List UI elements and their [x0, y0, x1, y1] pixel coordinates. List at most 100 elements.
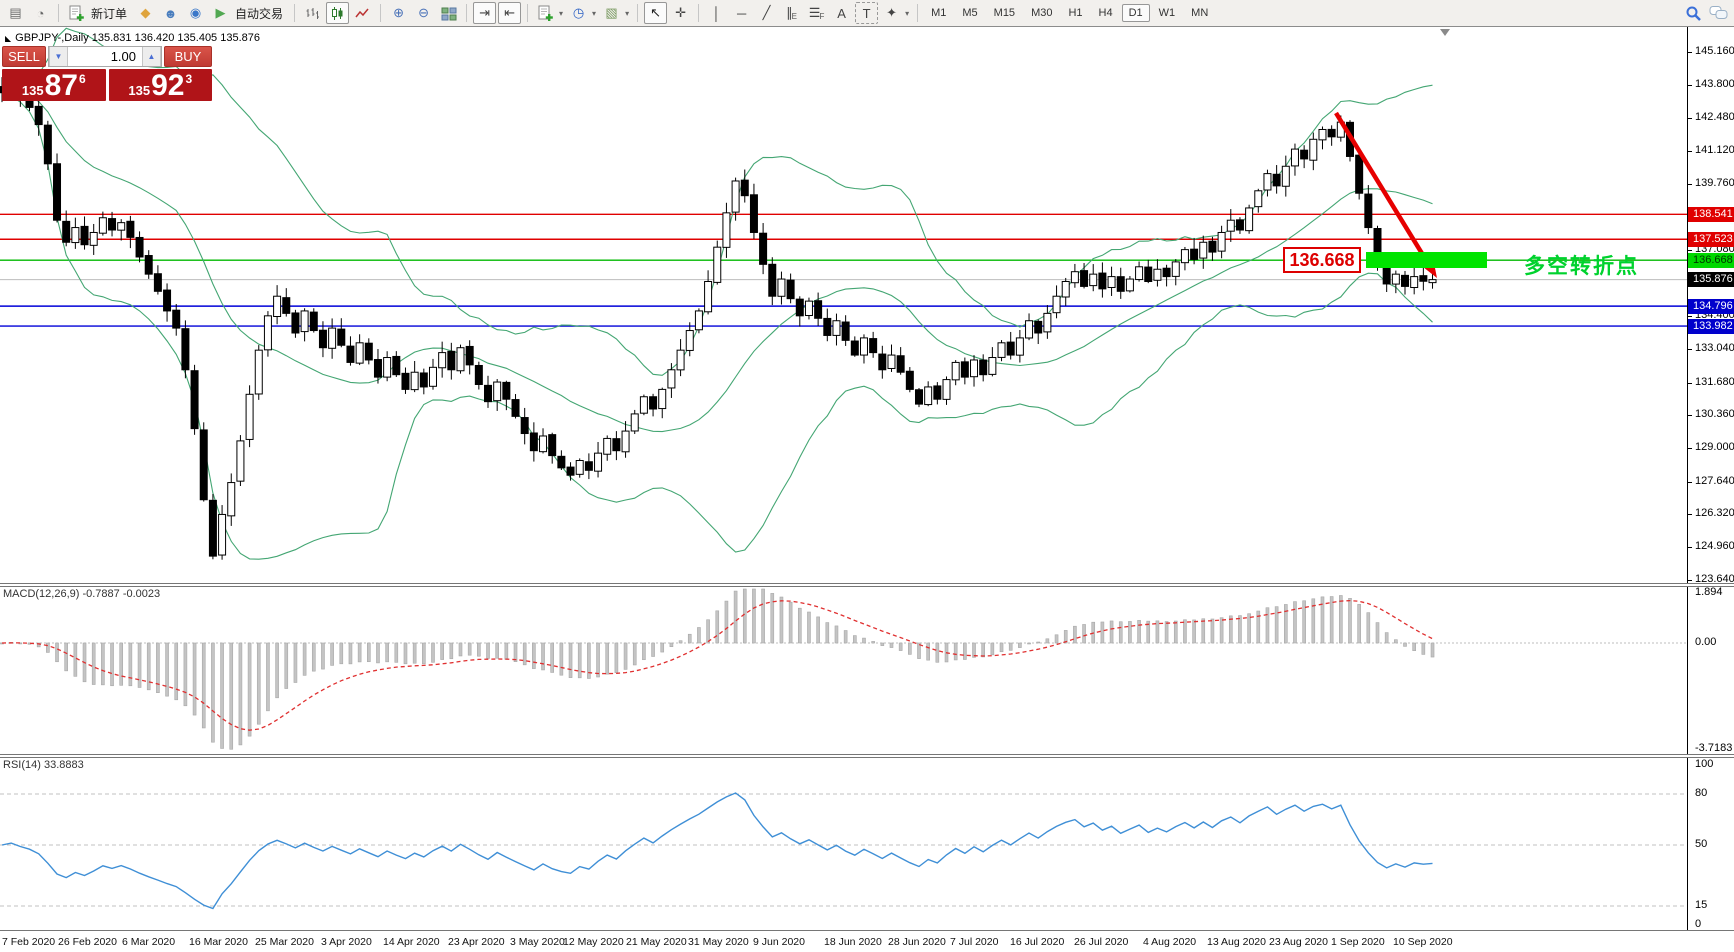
strategy-tester-icon[interactable]: ◔ — [29, 2, 52, 24]
auto-trading-icon[interactable]: ▶ — [209, 2, 232, 24]
ask-price-big: 92 — [151, 69, 185, 102]
candlestick-chart-icon[interactable] — [326, 2, 350, 24]
price-axis-label: 139.760 — [1695, 177, 1734, 190]
trendline-icon[interactable]: ╱ — [755, 2, 778, 24]
timeframe-mn-button[interactable]: MN — [1184, 4, 1215, 22]
highlight-rectangle[interactable] — [1366, 252, 1487, 268]
text-label-icon[interactable]: T — [855, 2, 879, 24]
price-axis-label: 142.480 — [1695, 110, 1734, 123]
date-axis-label: 7 Jul 2020 — [950, 936, 999, 948]
date-axis-label: 1 Sep 2020 — [1331, 936, 1385, 948]
profiles-icon-dropdown[interactable]: ▾ — [625, 9, 629, 18]
pane-separator[interactable] — [0, 754, 1734, 758]
annotation-text[interactable]: 多空转折点 — [1524, 250, 1639, 280]
price-axis[interactable]: 145.160143.800142.480141.120139.760138.4… — [1687, 27, 1734, 930]
arrows-icon-dropdown[interactable]: ▾ — [905, 9, 909, 18]
price-level-marker: 134.796 — [1688, 298, 1734, 314]
axis-tick — [1688, 52, 1692, 53]
new-chart-icon[interactable] — [534, 2, 557, 24]
text-icon[interactable]: A — [830, 2, 853, 24]
bid-price-small: 135 — [21, 83, 44, 98]
search-icon[interactable] — [1682, 2, 1705, 24]
equidistant-channel-icon[interactable]: ∥ E — [780, 2, 803, 24]
sell-button[interactable]: SELL — [2, 46, 46, 67]
volume-decrease-button[interactable]: ▼ — [49, 47, 68, 66]
new-chart-icon-dropdown[interactable]: ▾ — [559, 9, 563, 18]
auto-scroll-icon[interactable]: ⇤ — [498, 2, 522, 24]
history-center-icon[interactable]: ◆ — [134, 2, 157, 24]
zoom-out-icon[interactable]: ⊖ — [412, 2, 435, 24]
volume-spinner: ▼ 1.00 ▲ — [48, 46, 162, 67]
period-clock-icon[interactable]: ◷ — [567, 2, 590, 24]
buy-button[interactable]: BUY — [164, 46, 212, 67]
volume-input[interactable]: 1.00 — [68, 47, 142, 66]
date-axis-label: 3 May 2020 — [510, 936, 565, 948]
date-axis-label: 25 Mar 2020 — [255, 936, 314, 948]
vertical-line-icon[interactable]: │ — [705, 2, 728, 24]
new-order-icon[interactable] — [65, 2, 88, 24]
arrows-icon[interactable]: ✦ — [880, 2, 903, 24]
axis-tick — [1688, 117, 1692, 119]
timeframe-m15-button[interactable]: M15 — [987, 4, 1022, 22]
date-axis-label: 21 May 2020 — [626, 936, 687, 948]
date-axis-label: 16 Mar 2020 — [189, 936, 248, 948]
auto-trading-icon-label[interactable]: 自动交易 — [235, 5, 283, 22]
rsi-pane-canvas[interactable] — [0, 757, 1687, 929]
axis-tick — [1688, 151, 1692, 153]
chart-windows-icon[interactable]: ▤ — [4, 2, 27, 24]
chat-icon[interactable] — [1707, 2, 1730, 24]
chart-shift-icon[interactable]: ⇥ — [473, 2, 497, 24]
new-order-icon-label[interactable]: 新订单 — [91, 5, 127, 22]
price-axis-label: 131.680 — [1695, 375, 1734, 388]
timeframe-m1-button[interactable]: M1 — [924, 4, 953, 22]
timeframe-d1-button[interactable]: D1 — [1121, 4, 1150, 22]
axis-tick — [1688, 184, 1692, 186]
timeframe-w1-button[interactable]: W1 — [1152, 4, 1183, 22]
date-axis-label: 28 Jun 2020 — [888, 936, 946, 948]
line-chart-icon[interactable] — [351, 2, 374, 24]
date-axis[interactable]: 7 Feb 2020 26 Feb 2020 6 Mar 2020 16 Mar 20… — [0, 930, 1734, 952]
timeframe-h1-button[interactable]: H1 — [1061, 4, 1089, 22]
ask-price-sup: 3 — [185, 72, 193, 86]
timeframe-h4-button[interactable]: H4 — [1092, 4, 1120, 22]
metaeditor-icon[interactable]: ☻ — [159, 2, 182, 24]
toolbar-separator — [380, 4, 382, 22]
tile-windows-icon[interactable] — [437, 2, 460, 24]
price-level-callout[interactable]: 136.668 — [1283, 247, 1361, 273]
chart-window: 145.160143.800142.480141.120139.760138.4… — [0, 27, 1734, 952]
date-axis-label: 26 Jul 2020 — [1074, 936, 1129, 948]
price-axis-label: 129.000 — [1695, 441, 1734, 454]
axis-tick — [1688, 315, 1692, 317]
bar-chart-icon[interactable] — [301, 2, 324, 24]
date-axis-label: 3 Apr 2020 — [321, 936, 372, 948]
period-clock-icon-dropdown[interactable]: ▾ — [592, 9, 596, 18]
chart-shift-marker[interactable] — [1440, 29, 1450, 36]
rsi-indicator-label: RSI(14) 33.8883 — [3, 759, 84, 771]
price-axis-label: 130.360 — [1695, 407, 1734, 420]
axis-tick — [1688, 547, 1692, 549]
date-axis-label: 16 Jul 2020 — [1010, 936, 1065, 948]
horizontal-line-icon[interactable]: ─ — [730, 2, 753, 24]
one-click-trading-panel: SELL ▼ 1.00 ▲ BUY 135 87 6 135 92 3 — [2, 46, 212, 101]
price-axis-label: 133.040 — [1695, 342, 1734, 355]
cursor-icon[interactable]: ↖ — [644, 2, 668, 24]
crosshair-icon[interactable]: ✛ — [669, 2, 692, 24]
zoom-in-icon[interactable]: ⊕ — [387, 2, 410, 24]
price-axis-label: 1.894 — [1695, 586, 1723, 598]
date-axis-label: 23 Apr 2020 — [448, 936, 505, 948]
main-toolbar: ▤ ◔ 新订单 ◆ ☻ ◉ ▶ 自动交易 ⊕ ⊖ ⇥ ⇤ ▾ ◷ ▾ ▧ ▾ ↖ ✛ │ ─ ╱ ∥ E ☰ F A T ✦ ▾ M1 M5 M… — [0, 0, 1734, 27]
volume-increase-button[interactable]: ▲ — [142, 47, 161, 66]
main-chart-canvas[interactable] — [0, 27, 1687, 583]
profiles-icon[interactable]: ▧ — [600, 2, 623, 24]
bid-price-box[interactable]: 135 87 6 — [2, 69, 106, 101]
signals-icon[interactable]: ◉ — [184, 2, 207, 24]
chart-corner-icon: ◣ — [5, 34, 12, 43]
macd-pane-canvas[interactable] — [0, 586, 1687, 754]
pane-separator[interactable] — [0, 583, 1734, 587]
timeframe-m5-button[interactable]: M5 — [955, 4, 984, 22]
timeframe-m30-button[interactable]: M30 — [1024, 4, 1059, 22]
axis-tick — [1688, 250, 1692, 252]
fibonacci-icon[interactable]: ☰ F — [805, 2, 828, 24]
ask-price-box[interactable]: 135 92 3 — [108, 69, 212, 102]
date-axis-label: 23 Aug 2020 — [1269, 936, 1328, 948]
